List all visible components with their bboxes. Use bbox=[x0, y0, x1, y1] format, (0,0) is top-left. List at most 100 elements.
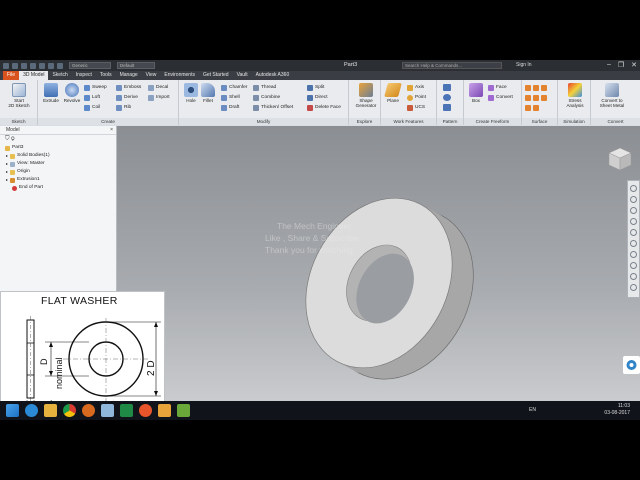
circular-pattern-button[interactable] bbox=[443, 93, 451, 102]
undo-icon[interactable] bbox=[30, 62, 36, 69]
tab-tools[interactable]: Tools bbox=[96, 71, 116, 80]
start-2d-sketch-button[interactable]: Start 2D Sketch bbox=[8, 83, 30, 108]
tab-environments[interactable]: Environments bbox=[160, 71, 199, 80]
surface-tools-row-1[interactable] bbox=[525, 83, 547, 92]
derive-button[interactable]: Derive bbox=[116, 93, 138, 102]
browser-title[interactable]: Model bbox=[6, 126, 20, 134]
look-at-icon[interactable] bbox=[630, 229, 637, 236]
home-icon[interactable] bbox=[48, 62, 54, 69]
screen-recorder-badge[interactable] bbox=[623, 356, 640, 374]
media-player-icon[interactable] bbox=[82, 404, 95, 417]
delete-face-button[interactable]: Delete Face bbox=[307, 103, 341, 112]
tree-node-solid-bodies[interactable]: ▸ Solid Bodies(1) bbox=[0, 152, 116, 160]
draft-button[interactable]: Draft bbox=[221, 103, 239, 112]
browser-close-icon[interactable]: × bbox=[110, 126, 113, 134]
firefox-icon[interactable] bbox=[139, 404, 152, 417]
pan-icon[interactable] bbox=[630, 196, 637, 203]
minimize-icon[interactable]: – bbox=[607, 61, 611, 69]
split-button[interactable]: Split bbox=[307, 83, 324, 92]
tab-vault[interactable]: Vault bbox=[233, 71, 252, 80]
thicken-offset-button[interactable]: Thicken/ Offset bbox=[253, 103, 293, 112]
settings-icon[interactable] bbox=[630, 284, 637, 291]
coil-button[interactable]: Coil bbox=[84, 103, 100, 112]
tree-node-view-master[interactable]: ▸ View: Master bbox=[0, 160, 116, 168]
chamfer-button[interactable]: Chamfer bbox=[221, 83, 247, 92]
notepad-icon[interactable] bbox=[101, 404, 114, 417]
mirror-button[interactable] bbox=[443, 103, 451, 112]
close-icon[interactable]: ✕ bbox=[631, 61, 637, 69]
point-button[interactable]: Point bbox=[407, 93, 426, 102]
tab-manage[interactable]: Manage bbox=[116, 71, 142, 80]
tree-node-end-of-part[interactable]: End of Part bbox=[0, 184, 116, 192]
combine-button[interactable]: Combine bbox=[253, 93, 280, 102]
tab-file[interactable]: File bbox=[3, 71, 20, 80]
fillet-button[interactable]: Fillet bbox=[197, 83, 219, 103]
material-combo[interactable]: Generic bbox=[69, 62, 111, 69]
plane-button[interactable]: Plane bbox=[382, 83, 404, 103]
extrude-button[interactable]: Extrude bbox=[40, 83, 62, 103]
excel-icon[interactable] bbox=[120, 404, 133, 417]
tree-node-part3[interactable]: Part3 bbox=[0, 144, 116, 152]
ucs-button[interactable]: UCS bbox=[407, 103, 425, 112]
open-icon[interactable] bbox=[12, 62, 18, 69]
tree-node-extrusion1[interactable]: ▸ Extrusion1 bbox=[0, 176, 116, 184]
zoom-window-icon[interactable] bbox=[630, 251, 637, 258]
emboss-button[interactable]: Emboss bbox=[116, 83, 141, 92]
surface-tools-row-2[interactable] bbox=[525, 93, 547, 102]
find-icon[interactable]: ⚲ bbox=[11, 136, 14, 142]
recorder-app-icon[interactable] bbox=[177, 404, 190, 417]
viewcube[interactable] bbox=[607, 146, 633, 172]
save-icon[interactable] bbox=[21, 62, 27, 69]
rib-button[interactable]: Rib bbox=[116, 103, 131, 112]
appearance-combo[interactable]: Default bbox=[117, 62, 155, 69]
decal-button[interactable]: Decal bbox=[148, 83, 168, 92]
sign-in-button[interactable]: Sign In bbox=[516, 62, 532, 68]
windows-start-icon[interactable] bbox=[6, 404, 19, 417]
box-button[interactable]: Box bbox=[465, 83, 487, 103]
tree-node-origin[interactable]: ▸ Origin bbox=[0, 168, 116, 176]
help-search-input[interactable]: Search Help & Commands... bbox=[402, 62, 502, 69]
file-explorer-icon[interactable] bbox=[44, 404, 57, 417]
sweep-button[interactable]: Sweep bbox=[84, 83, 107, 92]
tab-get-started[interactable]: Get Started bbox=[199, 71, 233, 80]
chrome-icon[interactable] bbox=[63, 404, 76, 417]
direct-button[interactable]: Direct bbox=[307, 93, 328, 102]
free-orbit-icon[interactable] bbox=[630, 262, 637, 269]
tab-autodesk-a360[interactable]: Autodesk A360 bbox=[252, 71, 294, 80]
language-indicator[interactable]: EN bbox=[529, 407, 536, 413]
surface-tools-row-3[interactable] bbox=[525, 103, 539, 112]
zoom-icon[interactable] bbox=[630, 207, 637, 214]
shell-button[interactable]: Shell bbox=[221, 93, 240, 102]
loft-button[interactable]: Loft bbox=[84, 93, 100, 102]
steering-wheel-icon[interactable] bbox=[630, 185, 637, 192]
graphics-viewport[interactable]: The Mech Engineer Like , Share & Subscri… bbox=[117, 126, 640, 420]
internet-explorer-icon[interactable] bbox=[25, 404, 38, 417]
shape-generator-button[interactable]: Shape Generator bbox=[353, 83, 379, 108]
face-button[interactable]: Face bbox=[488, 83, 507, 92]
revolve-button[interactable]: Revolve bbox=[61, 83, 83, 103]
rotate-icon[interactable] bbox=[630, 273, 637, 280]
zoom-all-icon[interactable] bbox=[630, 240, 637, 247]
tab-3d-model[interactable]: 3D Model bbox=[19, 71, 49, 80]
new-icon[interactable] bbox=[3, 62, 9, 69]
convert-sheet-metal-button[interactable]: Convert to Sheet Metal bbox=[595, 83, 629, 108]
restore-icon[interactable]: ❐ bbox=[618, 61, 624, 69]
axis-button[interactable]: Axis bbox=[407, 83, 424, 92]
expand-icon[interactable]: ▸ bbox=[6, 152, 8, 160]
tab-inspect[interactable]: Inspect bbox=[72, 71, 96, 80]
tab-sketch[interactable]: Sketch bbox=[48, 71, 71, 80]
convert-button[interactable]: Convert bbox=[488, 93, 513, 102]
stress-analysis-button[interactable]: Stress Analysis bbox=[563, 83, 587, 108]
expand-icon[interactable]: ▸ bbox=[6, 176, 8, 184]
redo-icon[interactable] bbox=[39, 62, 45, 69]
inventor-icon[interactable] bbox=[158, 404, 171, 417]
rectangular-pattern-button[interactable] bbox=[443, 83, 451, 92]
select-icon[interactable] bbox=[57, 62, 63, 69]
filter-icon[interactable]: ⛉ bbox=[5, 136, 10, 142]
system-clock[interactable]: 11:03 03-08-2017 bbox=[604, 403, 630, 417]
thread-button[interactable]: Thread bbox=[253, 83, 276, 92]
expand-icon[interactable]: ▸ bbox=[6, 160, 8, 168]
orbit-icon[interactable] bbox=[630, 218, 637, 225]
washer-3d-model[interactable] bbox=[117, 126, 640, 420]
import-button[interactable]: Import bbox=[148, 93, 170, 102]
